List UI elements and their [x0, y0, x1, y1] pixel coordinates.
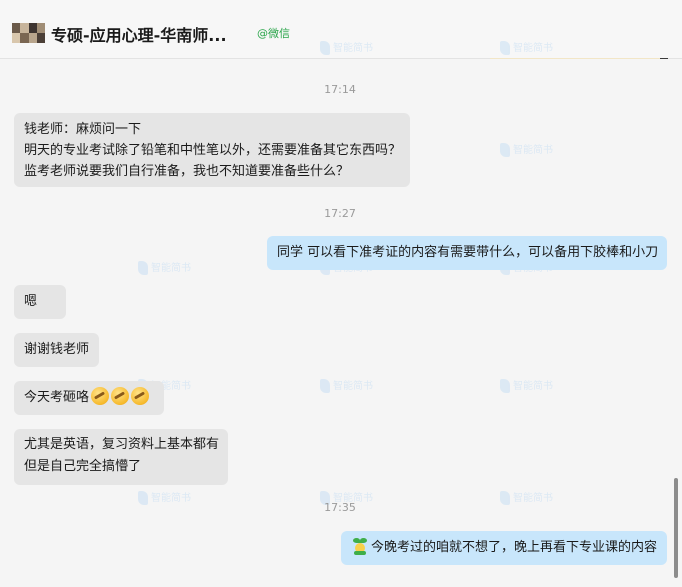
timestamp: 17:27 — [324, 207, 356, 220]
incoming-message[interactable]: 今天考砸咯 — [14, 381, 164, 415]
wechat-source-tag: @微信 — [257, 27, 290, 40]
message-text: 但是自己完全搞懵了 — [24, 459, 142, 474]
message-text: 明天的专业考试除了铅笔和中性笔以外，还需要准备其它东西吗？ — [24, 143, 402, 158]
chat-title[interactable]: 专硕-应用心理-华南师... — [51, 22, 227, 46]
sprout-emoji — [351, 537, 369, 555]
outgoing-message[interactable]: 今晚考过的咱就不想了，晚上再看下专业课的内容 — [341, 531, 667, 565]
facepalm-emoji — [111, 387, 130, 405]
facepalm-emoji — [131, 387, 150, 405]
message-text: 钱老师：麻烦问一下 — [24, 122, 142, 137]
chat-header: 专硕-应用心理-华南师... @微信 — [0, 0, 682, 59]
watermark: 智能简书 — [138, 259, 191, 275]
message-list[interactable]: 智能简书 智能简书 智能简书 智能简书 智能简书 智能简书 智能简书 智能简书 … — [0, 41, 682, 587]
chat-window: 专硕-应用心理-华南师... @微信 智能简书 智能简书 智能简书 智能简书 智… — [0, 0, 682, 587]
message-text: 尤其是英语，复习资料上基本都有 — [24, 437, 220, 452]
incoming-message[interactable]: 嗯 — [14, 285, 66, 319]
message-text: 同学 可以看下准考证的内容有需要带什么，可以备用下胶棒和小刀 — [277, 245, 659, 260]
message-text: 今天考砸咯 — [24, 390, 90, 405]
watermark: 智能简书 — [500, 141, 553, 157]
watermark: 智能简书 — [320, 377, 373, 393]
timestamp: 17:14 — [324, 83, 356, 96]
watermark: 智能简书 — [500, 377, 553, 393]
timestamp: 17:35 — [324, 501, 356, 514]
group-avatar[interactable] — [12, 23, 45, 43]
watermark: 智能简书 — [138, 489, 191, 505]
incoming-message[interactable]: 钱老师：麻烦问一下 明天的专业考试除了铅笔和中性笔以外，还需要准备其它东西吗？ … — [14, 113, 410, 187]
message-text: 谢谢钱老师 — [24, 342, 90, 357]
watermark: 智能简书 — [500, 489, 553, 505]
incoming-message[interactable]: 谢谢钱老师 — [14, 333, 99, 367]
message-text: 今晚考过的咱就不想了，晚上再看下专业课的内容 — [371, 540, 658, 555]
incoming-message[interactable]: 尤其是英语，复习资料上基本都有 但是自己完全搞懵了 — [14, 429, 228, 485]
outgoing-message[interactable]: 同学 可以看下准考证的内容有需要带什么，可以备用下胶棒和小刀 — [267, 236, 667, 270]
scrollbar[interactable] — [674, 478, 678, 578]
message-text: 嗯 — [24, 294, 38, 309]
message-text: 监考老师说要我们自行准备，我也不知道要准备些什么？ — [24, 164, 350, 179]
facepalm-emoji — [91, 387, 110, 405]
